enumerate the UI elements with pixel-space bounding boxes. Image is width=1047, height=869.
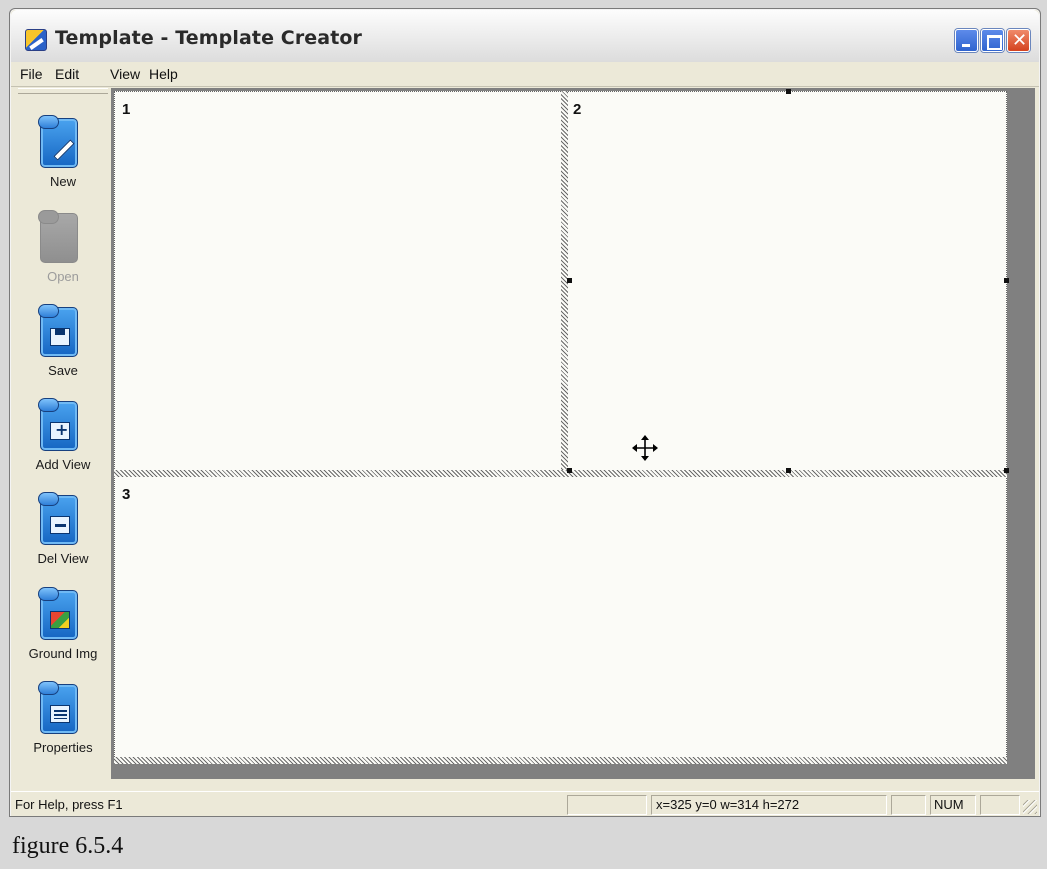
canvas-border-right <box>1006 91 1007 759</box>
client-area: 1 2 3 <box>111 88 1035 779</box>
resize-handle-bottom-left[interactable] <box>567 468 572 473</box>
status-help-text: For Help, press F1 <box>15 797 123 812</box>
app-icon[interactable] <box>25 29 47 51</box>
caption-text: figure 6.5.4 <box>12 833 124 859</box>
status-coordinates: x=325 y=0 w=314 h=272 <box>656 797 800 812</box>
ground-img-label: Ground Img <box>28 646 98 661</box>
save-disk-icon <box>38 304 78 357</box>
open-folder-icon <box>38 210 78 263</box>
view-1[interactable]: 1 <box>114 91 559 470</box>
ground-img-button[interactable]: Ground Img <box>15 582 111 674</box>
view-3[interactable]: 3 <box>114 477 1007 757</box>
new-pencil-icon <box>38 115 78 168</box>
menu-file[interactable]: File <box>20 66 43 82</box>
add-view-button[interactable]: Add View <box>15 393 111 485</box>
figure-caption: figure 6.5.4 <box>0 823 1047 869</box>
maximize-button[interactable] <box>981 29 1004 52</box>
view-number-3: 3 <box>122 486 131 503</box>
del-view-button[interactable]: Del View <box>15 487 111 579</box>
status-pane-empty <box>567 795 647 815</box>
status-pane-scrl <box>980 795 1020 815</box>
template-canvas[interactable]: 1 2 3 <box>114 89 1009 764</box>
app-window: Template - Template Creator ✕ File Edit … <box>9 8 1041 817</box>
window-title: Template - Template Creator <box>55 27 363 49</box>
status-pane-caps <box>891 795 926 815</box>
open-button[interactable]: Open <box>15 205 111 297</box>
resize-handle-bottom-right[interactable] <box>1004 468 1009 473</box>
add-view-label: Add View <box>35 457 91 472</box>
size-grip-icon[interactable] <box>1023 800 1037 814</box>
resize-handle-left[interactable] <box>567 278 572 283</box>
view-number-1: 1 <box>122 101 131 118</box>
menu-bar: File Edit View Help <box>11 62 1039 87</box>
move-cursor-icon <box>632 435 658 461</box>
properties-icon <box>38 681 78 734</box>
title-bar[interactable]: Template - Template Creator ✕ <box>11 10 1039 62</box>
properties-button[interactable]: Properties <box>15 676 111 768</box>
resize-handle-top[interactable] <box>786 89 791 94</box>
close-button[interactable]: ✕ <box>1007 29 1030 52</box>
horizontal-splitter[interactable] <box>114 470 1007 477</box>
vertical-splitter[interactable] <box>561 91 568 477</box>
ground-image-icon <box>38 587 78 640</box>
new-button[interactable]: New <box>15 110 111 202</box>
canvas-border-left <box>114 91 115 759</box>
del-view-label: Del View <box>37 551 89 566</box>
new-label: New <box>49 174 76 189</box>
close-icon: ✕ <box>1012 30 1028 51</box>
add-view-icon <box>38 398 78 451</box>
status-bar: For Help, press F1 x=325 y=0 w=314 h=272… <box>11 791 1039 816</box>
view-2[interactable]: 2 <box>569 91 1007 470</box>
open-label: Open <box>47 269 79 284</box>
delete-view-icon <box>38 492 78 545</box>
save-label: Save <box>48 363 78 378</box>
view-number-2: 2 <box>573 101 582 118</box>
minimize-button[interactable] <box>955 29 978 52</box>
toolbar-grip[interactable] <box>18 88 108 94</box>
resize-handle-right[interactable] <box>1004 278 1009 283</box>
status-num-indicator: NUM <box>934 797 964 812</box>
menu-view[interactable]: View <box>110 66 140 82</box>
save-button[interactable]: Save <box>15 299 111 391</box>
menu-edit[interactable]: Edit <box>55 66 79 82</box>
menu-help[interactable]: Help <box>149 66 178 82</box>
screenshot-root: Template - Template Creator ✕ File Edit … <box>0 0 1047 869</box>
left-toolbar: New Open Save Add View Del View Ground I <box>15 88 111 763</box>
bottom-border <box>114 757 1007 764</box>
properties-label: Properties <box>33 740 93 755</box>
resize-handle-bottom[interactable] <box>786 468 791 473</box>
